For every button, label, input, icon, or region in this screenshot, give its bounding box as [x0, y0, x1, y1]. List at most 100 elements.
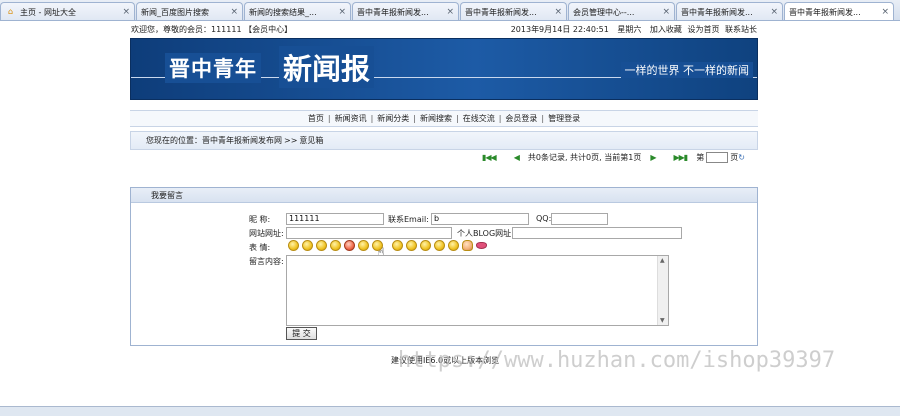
site-name-part1: 晋中青年 — [165, 53, 261, 83]
blog-input[interactable] — [512, 227, 682, 239]
last-page-icon[interactable]: ▶▶▮ — [673, 153, 688, 162]
goto-prefix: 第 — [696, 152, 705, 162]
nickname-label: 昵 称: — [249, 215, 271, 224]
nav-item-home[interactable]: 首页 — [308, 113, 324, 124]
emotion-9-icon[interactable] — [406, 240, 417, 251]
status-bar — [0, 406, 900, 416]
emotion-12-icon[interactable] — [448, 240, 459, 251]
close-icon[interactable]: × — [446, 7, 454, 17]
pager: ▮◀◀ ◀ 共0条记录, 共计0页, 当前第1页 ▶ ▶▶▮ 第 页 ↻ — [482, 150, 745, 164]
emotion-lips-icon[interactable] — [476, 242, 487, 249]
browser-tab-title: 主页 - 网址大全 — [20, 7, 76, 17]
goto-page-input[interactable] — [706, 151, 729, 163]
nav-separator: | — [413, 114, 416, 123]
close-icon[interactable]: × — [230, 7, 238, 17]
site-banner: 晋中青年 新闻报 一样的世界 不一样的新闻 — [130, 38, 758, 100]
first-page-icon[interactable]: ▮◀◀ — [482, 153, 497, 162]
nav-separator: | — [541, 114, 545, 123]
browser-tab-2[interactable]: 新闻的搜索结果_... × — [244, 2, 351, 20]
site-name-part2: 新闻报 — [279, 46, 375, 88]
emotion-hand-icon[interactable] — [462, 240, 473, 251]
go-icon[interactable]: ↻ — [738, 153, 745, 162]
emotion-3-icon[interactable] — [316, 240, 327, 251]
page-container: 欢迎您，尊敬的会员：111111 【会员中心】 2013年9月14日 22:40… — [130, 21, 758, 150]
close-icon[interactable]: × — [554, 7, 562, 17]
breadcrumb-current: 意见箱 — [299, 136, 324, 145]
next-page-icon[interactable]: ▶ — [650, 153, 656, 162]
scroll-up-icon[interactable]: ▲ — [660, 257, 665, 264]
message-form-title: 我要留言 — [151, 190, 183, 200]
email-label: 联系Email: — [388, 215, 429, 224]
browser-tab-3[interactable]: 晋中青年报新闻发... × — [352, 2, 459, 20]
close-icon[interactable]: × — [662, 7, 670, 17]
prev-page-icon[interactable]: ◀ — [514, 153, 520, 162]
datetime-text: 2013年9月14日 22:40:51 — [510, 25, 609, 34]
qq-label: QQ: — [536, 214, 552, 223]
blog-label: 个人BLOG网址: — [457, 229, 514, 238]
qq-input[interactable] — [551, 213, 608, 225]
browser-tab-title: 新闻的搜索结果_... — [249, 7, 317, 17]
browser-tab-title: 新闻_百度图片搜索 — [141, 7, 209, 17]
browser-tab-title: 晋中青年报新闻发... — [789, 7, 861, 17]
browser-tab-6[interactable]: 晋中青年报新闻发... × — [676, 2, 783, 20]
breadcrumb: 您现在的位置： 晋中青年报新闻发布网 >> 意见箱 — [130, 131, 758, 150]
contact-admin-link[interactable]: 联系站长 — [725, 25, 757, 34]
nickname-input[interactable]: 111111 — [286, 213, 384, 225]
website-input[interactable] — [286, 227, 452, 239]
top-bar-right: 2013年9月14日 22:40:51 星期六 加入收藏 设为首页 联系站长 — [505, 24, 757, 35]
browser-tab-0[interactable]: ⌂ 主页 - 网址大全 × — [0, 2, 135, 20]
nav-item-admin-login[interactable]: 管理登录 — [548, 113, 580, 124]
emotion-picker — [288, 240, 490, 251]
emotion-10-icon[interactable] — [420, 240, 431, 251]
browser-tab-4[interactable]: 晋中青年报新闻发... × — [460, 2, 567, 20]
nav-item-chat[interactable]: 在线交流 — [463, 113, 495, 124]
browser-tab-title: 晋中青年报新闻发... — [681, 7, 753, 17]
browser-tab-title: 晋中青年报新闻发... — [465, 7, 537, 17]
browser-tab-title: 会员管理中心--... — [573, 7, 635, 17]
close-icon[interactable]: × — [338, 7, 346, 17]
breadcrumb-site-link[interactable]: 晋中青年报新闻发布网 — [202, 135, 282, 146]
submit-button[interactable]: 提 交 — [286, 327, 317, 340]
top-bar: 欢迎您，尊敬的会员：111111 【会员中心】 2013年9月14日 22:40… — [130, 21, 758, 38]
emotion-1-icon[interactable] — [288, 240, 299, 251]
website-label: 网站网址: — [249, 229, 284, 238]
close-icon[interactable]: × — [122, 7, 130, 17]
emotion-11-icon[interactable] — [434, 240, 445, 251]
breadcrumb-separator: >> — [284, 136, 298, 145]
set-homepage-link[interactable]: 设为首页 — [687, 25, 719, 34]
main-nav: 首页 | 新闻资讯 | 新闻分类 | 新闻搜索 | 在线交流 | 会员登录 | … — [130, 110, 758, 127]
add-favorite-link[interactable]: 加入收藏 — [650, 25, 682, 34]
textarea-scrollbar[interactable]: ▲ ▼ — [657, 256, 668, 325]
nav-item-member-login[interactable]: 会员登录 — [505, 113, 537, 124]
scroll-down-icon[interactable]: ▼ — [660, 317, 665, 324]
nav-item-search[interactable]: 新闻搜索 — [420, 113, 452, 124]
content-label: 留言内容: — [249, 257, 284, 266]
emotion-4-icon[interactable] — [330, 240, 341, 251]
nav-separator: | — [370, 114, 374, 123]
goto-suffix: 页 — [730, 152, 739, 162]
site-slogan: 一样的世界 不一样的新闻 — [620, 62, 753, 78]
browser-tab-5[interactable]: 会员管理中心--... × — [568, 2, 675, 20]
close-icon[interactable]: × — [881, 7, 889, 17]
nav-separator: | — [498, 114, 502, 123]
nav-separator: | — [456, 114, 459, 123]
emotion-6-icon[interactable] — [358, 240, 369, 251]
nav-item-categories[interactable]: 新闻分类 — [377, 113, 409, 124]
breadcrumb-prefix: 您现在的位置： — [146, 136, 202, 145]
emotion-5-icon[interactable] — [344, 240, 355, 251]
browser-tab-title: 晋中青年报新闻发... — [357, 7, 429, 17]
emotion-label: 表 情: — [249, 243, 271, 252]
weekday-text: 星期六 — [617, 25, 642, 34]
browser-tab-1[interactable]: 新闻_百度图片搜索 × — [136, 2, 243, 20]
watermark: https://www.huzhan.com/ishop39397 — [398, 348, 836, 373]
content-textarea[interactable]: ▲ ▼ — [286, 255, 669, 326]
emotion-2-icon[interactable] — [302, 240, 313, 251]
welcome-text[interactable]: 欢迎您，尊敬的会员：111111 【会员中心】 — [131, 24, 292, 35]
emotion-8-icon[interactable] — [392, 240, 403, 251]
browser-tab-7[interactable]: 晋中青年报新闻发... × — [784, 2, 894, 20]
email-input[interactable]: b — [431, 213, 529, 225]
nav-item-news[interactable]: 新闻资讯 — [335, 113, 367, 124]
close-icon[interactable]: × — [770, 7, 778, 17]
home-icon: ⌂ — [7, 7, 14, 16]
nav-separator: | — [327, 114, 331, 123]
